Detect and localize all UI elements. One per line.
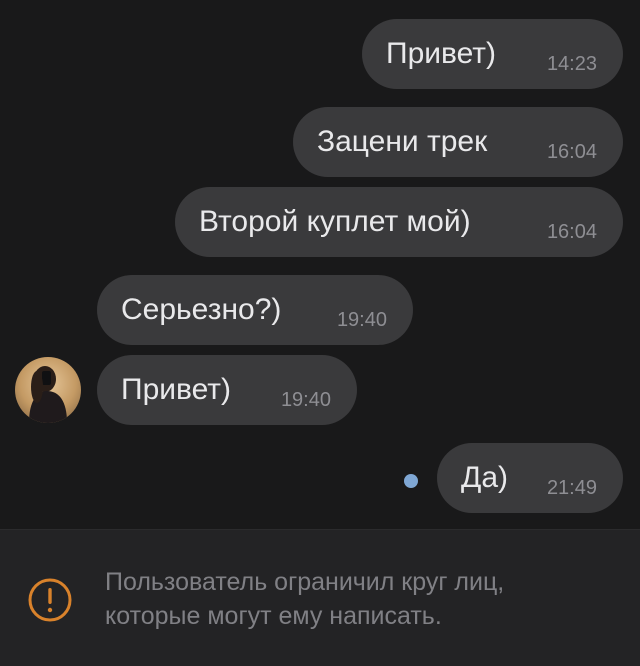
message-bubble-outgoing[interactable]: Привет) 14:23 <box>362 19 623 89</box>
unread-indicator-dot <box>404 474 418 488</box>
message-time: 16:04 <box>546 221 597 243</box>
message-time: 16:04 <box>546 141 597 163</box>
contact-avatar[interactable] <box>15 357 81 423</box>
message-text: Серьезно?) <box>121 293 282 326</box>
message-bubble-outgoing[interactable]: Зацени трек 16:04 <box>293 107 623 177</box>
message-time: 19:40 <box>280 389 331 411</box>
message-text: Второй куплет мой) <box>199 205 471 238</box>
message-time: 19:40 <box>336 309 387 331</box>
message-text: Зацени трек <box>317 125 488 158</box>
message-text: Привет) <box>386 37 497 70</box>
message-time: 14:23 <box>546 53 597 75</box>
message-bubble-incoming[interactable]: Серьезно?) 19:40 <box>97 275 413 345</box>
message-text: Привет) <box>121 373 232 406</box>
message-bubble-incoming[interactable]: Привет) 19:40 <box>97 355 357 425</box>
avatar-photo <box>15 357 81 423</box>
message-text: Да) <box>461 461 508 494</box>
message-bubble-outgoing[interactable]: Второй куплет мой) 16:04 <box>175 187 623 257</box>
message-bubble-outgoing[interactable]: Да) 21:49 <box>437 443 623 513</box>
message-time: 21:49 <box>546 477 597 499</box>
warning-circle-icon <box>28 578 72 622</box>
chat-history[interactable]: Привет) 14:23 Зацени трек 16:04 Второй к… <box>0 0 640 530</box>
restriction-message: Пользователь ограничил круг лиц, которые… <box>105 568 505 630</box>
